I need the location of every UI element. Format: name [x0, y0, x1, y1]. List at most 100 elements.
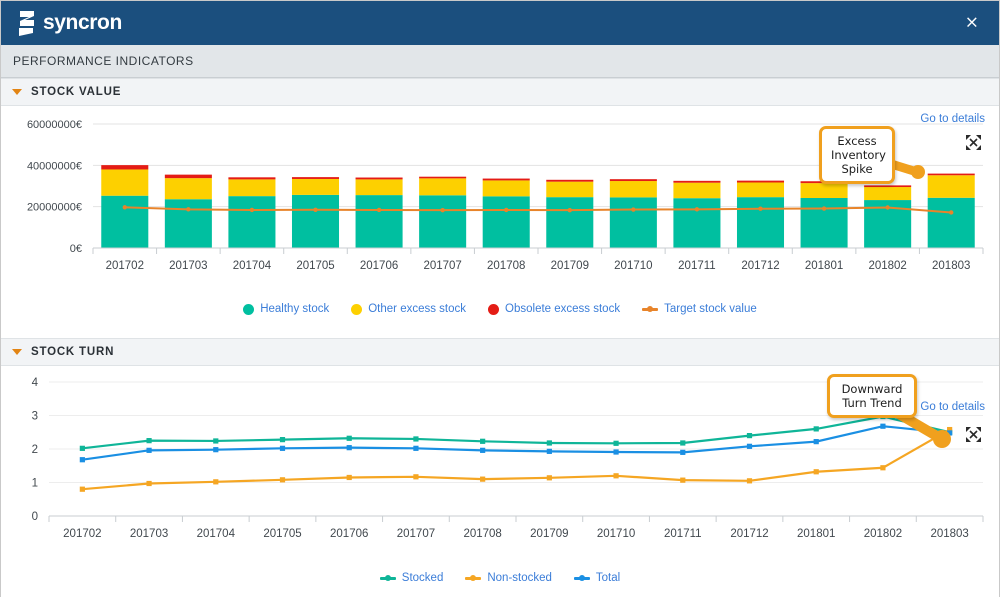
bar-segment[interactable]: [165, 199, 212, 248]
bar-segment[interactable]: [546, 180, 593, 182]
legend-item[interactable]: Target stock value: [642, 303, 757, 315]
line-marker[interactable]: [613, 473, 618, 478]
bar-segment[interactable]: [801, 198, 848, 248]
line-marker[interactable]: [680, 478, 685, 483]
bar-segment[interactable]: [165, 178, 212, 199]
line-marker[interactable]: [213, 479, 218, 484]
caret-down-icon[interactable]: [12, 349, 22, 355]
legend-item[interactable]: Obsolete excess stock: [488, 303, 620, 315]
line-marker[interactable]: [313, 208, 317, 212]
line-marker[interactable]: [347, 445, 352, 450]
legend-item[interactable]: Other excess stock: [351, 303, 466, 315]
bar-segment[interactable]: [356, 179, 403, 195]
line-marker[interactable]: [123, 205, 127, 209]
bar-segment[interactable]: [737, 182, 784, 197]
legend-item[interactable]: Stocked: [380, 572, 444, 584]
bar-segment[interactable]: [292, 195, 339, 248]
expand-icon-stock-turn[interactable]: [965, 426, 982, 448]
line-marker[interactable]: [568, 208, 572, 212]
bar-segment[interactable]: [356, 178, 403, 180]
bar-segment[interactable]: [228, 196, 275, 248]
line-marker[interactable]: [377, 208, 381, 212]
line-marker[interactable]: [547, 449, 552, 454]
bar-segment[interactable]: [546, 182, 593, 198]
line-marker[interactable]: [280, 437, 285, 442]
line-marker[interactable]: [146, 481, 151, 486]
line-marker[interactable]: [146, 448, 151, 453]
line-marker[interactable]: [213, 438, 218, 443]
bar-segment[interactable]: [101, 196, 148, 248]
line-marker[interactable]: [80, 446, 85, 451]
bar-segment[interactable]: [673, 181, 720, 183]
bar-segment[interactable]: [483, 179, 530, 181]
line-marker[interactable]: [347, 475, 352, 480]
bar-segment[interactable]: [673, 183, 720, 199]
line-marker[interactable]: [949, 210, 953, 214]
line-marker[interactable]: [440, 208, 444, 212]
bar-segment[interactable]: [228, 179, 275, 196]
line-marker[interactable]: [504, 208, 508, 212]
line-marker[interactable]: [880, 465, 885, 470]
legend-item[interactable]: Healthy stock: [243, 303, 329, 315]
bar-segment[interactable]: [165, 175, 212, 179]
bar-segment[interactable]: [673, 198, 720, 248]
line-marker[interactable]: [146, 438, 151, 443]
line-marker[interactable]: [880, 424, 885, 429]
line-marker[interactable]: [250, 208, 254, 212]
line-marker[interactable]: [758, 207, 762, 211]
bar-segment[interactable]: [101, 169, 148, 195]
panel-header-stock-turn[interactable]: STOCK TURN: [1, 338, 999, 366]
line-marker[interactable]: [680, 450, 685, 455]
line-marker[interactable]: [480, 448, 485, 453]
line-marker[interactable]: [547, 475, 552, 480]
bar-segment[interactable]: [483, 180, 530, 196]
line-marker[interactable]: [747, 478, 752, 483]
line-marker[interactable]: [631, 207, 635, 211]
bar-segment[interactable]: [610, 179, 657, 181]
bar-segment[interactable]: [801, 183, 848, 198]
bar-segment[interactable]: [737, 181, 784, 183]
close-icon[interactable]: ×: [959, 11, 985, 36]
bar-segment[interactable]: [483, 196, 530, 248]
bar-segment[interactable]: [101, 165, 148, 169]
bar-segment[interactable]: [356, 195, 403, 248]
bar-segment[interactable]: [928, 198, 975, 248]
line-marker[interactable]: [413, 474, 418, 479]
line-marker[interactable]: [80, 487, 85, 492]
line-marker[interactable]: [680, 440, 685, 445]
line-marker[interactable]: [885, 205, 889, 209]
line-marker[interactable]: [814, 469, 819, 474]
go-to-details-link-stock-value[interactable]: Go to details: [920, 113, 985, 125]
line-marker[interactable]: [613, 441, 618, 446]
bar-segment[interactable]: [737, 197, 784, 248]
bar-segment[interactable]: [228, 177, 275, 179]
bar-segment[interactable]: [419, 178, 466, 195]
line-marker[interactable]: [280, 477, 285, 482]
line-marker[interactable]: [413, 436, 418, 441]
expand-icon-stock-value[interactable]: [965, 134, 982, 156]
line-marker[interactable]: [814, 426, 819, 431]
line-marker[interactable]: [213, 447, 218, 452]
line-marker[interactable]: [80, 457, 85, 462]
legend-item[interactable]: Total: [574, 572, 620, 584]
line-marker[interactable]: [280, 446, 285, 451]
line-marker[interactable]: [822, 206, 826, 210]
line-marker[interactable]: [747, 444, 752, 449]
legend-item[interactable]: Non-stocked: [465, 572, 552, 584]
panel-header-stock-value[interactable]: STOCK VALUE: [1, 78, 999, 106]
bar-segment[interactable]: [610, 181, 657, 197]
bar-segment[interactable]: [610, 197, 657, 248]
bar-segment[interactable]: [419, 195, 466, 248]
line-marker[interactable]: [814, 439, 819, 444]
line-marker[interactable]: [480, 439, 485, 444]
line-marker[interactable]: [347, 436, 352, 441]
bar-segment[interactable]: [419, 177, 466, 179]
line-marker[interactable]: [695, 207, 699, 211]
line-marker[interactable]: [480, 477, 485, 482]
line-marker[interactable]: [747, 433, 752, 438]
line-marker[interactable]: [547, 440, 552, 445]
line-marker[interactable]: [413, 446, 418, 451]
line-marker[interactable]: [186, 207, 190, 211]
line-marker[interactable]: [613, 449, 618, 454]
caret-down-icon[interactable]: [12, 89, 22, 95]
